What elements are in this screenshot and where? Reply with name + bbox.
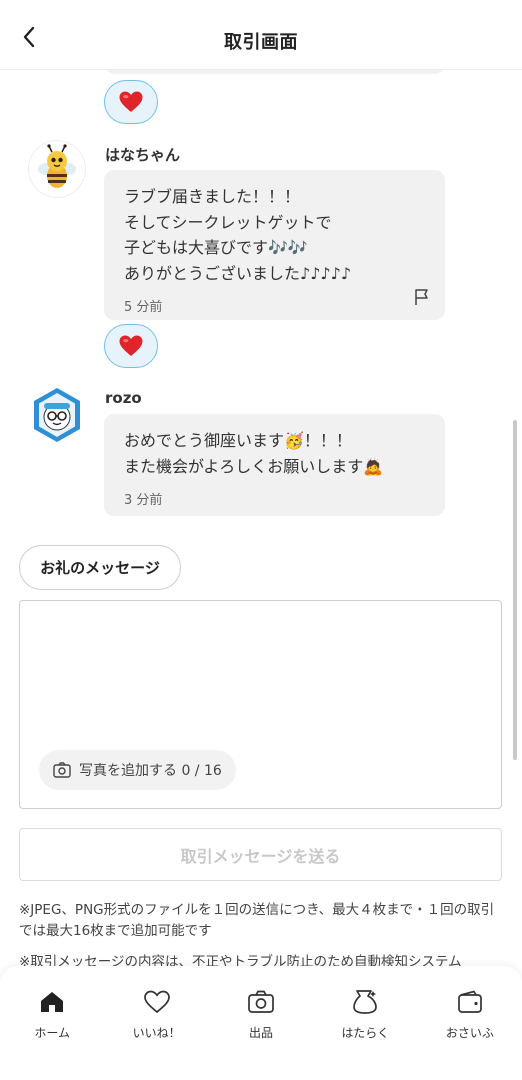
nav-label: おさいふ: [445, 1026, 494, 1040]
nav-item-sell[interactable]: 出品: [209, 966, 313, 1080]
panda-avatar-icon: [34, 388, 80, 442]
nav-item-home[interactable]: ホーム: [0, 966, 104, 1080]
avatar[interactable]: [28, 386, 86, 444]
heart-icon: [119, 335, 143, 356]
wallet-icon: [457, 990, 482, 1013]
send-message-button[interactable]: 取引メッセージを送る: [19, 828, 502, 881]
message-timestamp: 5 分前: [124, 300, 163, 315]
nav-item-likes[interactable]: いいね！: [104, 966, 208, 1080]
nav-label: いいね！: [132, 1026, 181, 1040]
heart-icon: [119, 91, 143, 112]
bottom-nav: ホーム いいね！ 出品 はたらく おさいふ: [0, 966, 522, 1080]
header: 取引画面: [0, 0, 522, 70]
heart-reaction-button[interactable]: [104, 324, 158, 368]
nav-label: はたらく: [341, 1026, 390, 1040]
thanks-message-button[interactable]: お礼のメッセージ: [19, 545, 181, 590]
nav-label: ホーム: [34, 1026, 71, 1040]
message-textarea[interactable]: 写真を追加する 0 / 16: [19, 600, 502, 809]
message-text: ラブブ届きました！！！ そしてシークレットゲットで 子どもは大喜びです🎶🎶 あり…: [124, 187, 352, 283]
report-button[interactable]: [413, 288, 431, 306]
home-icon: [41, 992, 64, 1012]
message-bubble: ラブブ届きました！！！ そしてシークレットゲットで 子どもは大喜びです🎶🎶 あり…: [104, 170, 445, 320]
attachment-note: ※JPEG、PNG形式のファイルを１回の送信につき、最大４枚まで・１回の取引では…: [19, 902, 495, 939]
message-text: おめでとう御座います🥳！！！ また機会がよろしくお願いします🙇: [124, 431, 384, 476]
money-bag-icon: [353, 990, 378, 1014]
add-photo-label: 写真を追加する 0 / 16: [79, 763, 222, 779]
camera-icon: [248, 990, 274, 1013]
heart-outline-icon: [143, 990, 170, 1014]
nav-item-work[interactable]: はたらく: [313, 966, 417, 1080]
nav-item-wallet[interactable]: おさいふ: [418, 966, 522, 1080]
camera-icon: [53, 762, 71, 778]
username: はなちゃん: [105, 146, 181, 164]
avatar[interactable]: [28, 140, 86, 198]
message-bubble: おめでとう御座います🥳！！！ また機会がよろしくお願いします🙇 3 分前: [104, 414, 445, 516]
bee-avatar-icon: [28, 140, 86, 198]
heart-reaction-button[interactable]: [104, 80, 158, 124]
nav-label: 出品: [249, 1026, 274, 1040]
add-photo-button[interactable]: 写真を追加する 0 / 16: [39, 750, 236, 790]
message-timestamp: 3 分前: [124, 493, 163, 508]
username: rozo: [105, 389, 142, 407]
page-title: 取引画面: [224, 32, 298, 53]
scrollbar[interactable]: [513, 420, 517, 760]
flag-icon: [415, 289, 428, 305]
